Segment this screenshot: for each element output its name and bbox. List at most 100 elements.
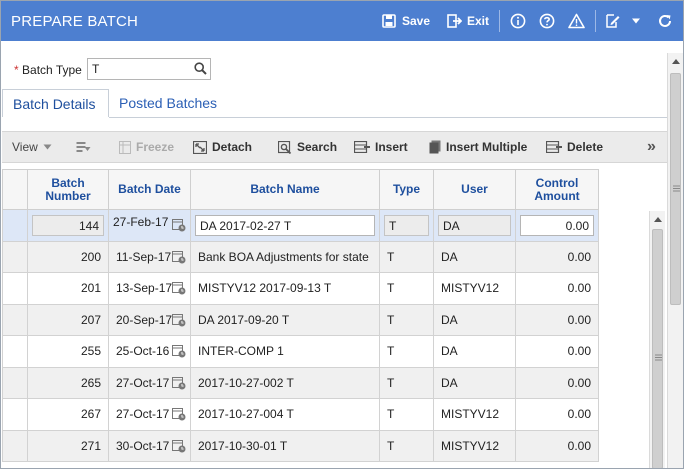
type-cell[interactable]: T bbox=[379, 303, 434, 336]
row-selector[interactable] bbox=[2, 240, 28, 273]
row-selector[interactable] bbox=[2, 272, 28, 305]
batch-type-input[interactable]: T bbox=[87, 58, 211, 80]
row-selector[interactable] bbox=[2, 398, 28, 431]
insert-multiple-button[interactable]: Insert Multiple bbox=[429, 132, 527, 162]
tab-posted-batches[interactable]: Posted Batches bbox=[109, 89, 227, 117]
table-row[interactable]: 255 25-Oct-16 INTER-COMP 1 T DA 0.00 bbox=[2, 335, 599, 368]
delete-button[interactable]: Delete bbox=[546, 132, 603, 162]
row-selector[interactable] bbox=[2, 303, 28, 336]
batch-name-cell[interactable]: Bank BOA Adjustments for state bbox=[190, 240, 380, 273]
insert-button[interactable]: Insert bbox=[354, 132, 408, 162]
save-button[interactable]: Save bbox=[382, 1, 430, 41]
column-header-user[interactable]: User bbox=[433, 169, 516, 210]
user-cell[interactable]: MISTYV12 bbox=[433, 272, 516, 305]
control-amount-cell[interactable]: 0.00 bbox=[515, 398, 599, 431]
batch-date-cell[interactable]: 11-Sep-17 bbox=[108, 240, 191, 273]
user-cell[interactable]: DA bbox=[433, 335, 516, 368]
control-amount-field[interactable]: 0.00 bbox=[520, 214, 594, 236]
table-row[interactable]: 207 20-Sep-17 DA 2017-09-20 T T DA 0.00 bbox=[2, 303, 599, 336]
row-selector[interactable] bbox=[2, 429, 28, 462]
column-header-batch-number[interactable]: Batch Number bbox=[27, 169, 109, 210]
batch-name-cell[interactable]: 2017-10-27-004 T bbox=[190, 398, 380, 431]
table-row[interactable]: 271 30-Oct-17 2017-10-30-01 T T MISTYV12… bbox=[2, 429, 599, 462]
batch-number-cell[interactable]: 201 bbox=[27, 272, 109, 305]
scroll-up-arrow-icon[interactable] bbox=[672, 59, 680, 64]
batch-date-cell[interactable]: 20-Sep-17 bbox=[108, 303, 191, 336]
batch-name-cell[interactable]: INTER-COMP 1 bbox=[190, 335, 380, 368]
control-amount-cell[interactable]: 0.00 bbox=[515, 429, 599, 462]
type-cell[interactable]: T bbox=[379, 366, 434, 399]
dropdown-button[interactable] bbox=[631, 1, 641, 41]
table-row[interactable]: 265 27-Oct-17 2017-10-27-002 T T DA 0.00 bbox=[2, 366, 599, 399]
batch-number-cell[interactable]: 267 bbox=[27, 398, 109, 431]
batch-number-cell[interactable]: 207 bbox=[27, 303, 109, 336]
warning-button[interactable] bbox=[568, 1, 585, 41]
detach-button[interactable]: Detach bbox=[193, 132, 252, 162]
calendar-icon[interactable] bbox=[172, 439, 186, 453]
batch-date-cell[interactable]: 27-Oct-17 bbox=[108, 398, 191, 431]
batch-number-cell[interactable]: 255 bbox=[27, 335, 109, 368]
tab-batch-details[interactable]: Batch Details bbox=[2, 89, 109, 117]
control-amount-cell[interactable]: 0.00 bbox=[515, 209, 599, 242]
edit-button[interactable] bbox=[605, 1, 620, 41]
batch-date-cell[interactable]: 13-Sep-17 bbox=[108, 272, 191, 305]
row-selector[interactable] bbox=[2, 366, 28, 399]
column-header-batch-date[interactable]: Batch Date bbox=[108, 169, 191, 210]
batch-date-field[interactable]: 27-Feb-17 bbox=[113, 215, 168, 236]
scrollbar-thumb[interactable] bbox=[652, 229, 663, 468]
user-cell[interactable]: DA bbox=[433, 240, 516, 273]
calendar-icon[interactable] bbox=[172, 344, 186, 358]
batch-date-cell[interactable]: 25-Oct-16 bbox=[108, 335, 191, 368]
table-row[interactable]: 200 11-Sep-17 Bank BOA Adjustments for s… bbox=[2, 240, 599, 273]
batch-name-cell[interactable]: MISTYV12 2017-09-13 T bbox=[190, 272, 380, 305]
batch-name-field[interactable]: DA 2017-02-27 T bbox=[195, 214, 375, 236]
view-menu[interactable]: View bbox=[12, 132, 57, 162]
page-scrollbar[interactable] bbox=[667, 53, 683, 468]
more-tools-button[interactable]: » bbox=[647, 132, 656, 162]
batch-name-cell[interactable]: 2017-10-30-01 T bbox=[190, 429, 380, 462]
info-button[interactable] bbox=[510, 1, 526, 41]
batch-number-cell[interactable]: 200 bbox=[27, 240, 109, 273]
calendar-icon[interactable] bbox=[172, 218, 186, 232]
scroll-up-arrow-icon[interactable] bbox=[654, 217, 662, 222]
user-cell[interactable]: MISTYV12 bbox=[433, 398, 516, 431]
user-cell[interactable]: MISTYV12 bbox=[433, 429, 516, 462]
filter-button[interactable] bbox=[76, 132, 96, 162]
control-amount-cell[interactable]: 0.00 bbox=[515, 366, 599, 399]
control-amount-cell[interactable]: 0.00 bbox=[515, 335, 599, 368]
table-row[interactable]: 267 27-Oct-17 2017-10-27-004 T T MISTYV1… bbox=[2, 398, 599, 431]
control-amount-cell[interactable]: 0.00 bbox=[515, 303, 599, 336]
control-amount-cell[interactable]: 0.00 bbox=[515, 240, 599, 273]
row-selector[interactable] bbox=[2, 335, 28, 368]
calendar-icon[interactable] bbox=[172, 407, 186, 421]
user-cell[interactable]: DA bbox=[433, 303, 516, 336]
row-selector[interactable] bbox=[2, 209, 28, 242]
exit-button[interactable]: Exit bbox=[447, 1, 489, 41]
type-cell[interactable]: T bbox=[379, 335, 434, 368]
column-header-type[interactable]: Type bbox=[379, 169, 434, 210]
user-cell[interactable]: DA bbox=[433, 366, 516, 399]
table-row[interactable]: 144 27-Feb-17 DA 2017-02-27 T T DA 0.00 bbox=[2, 209, 599, 242]
search-icon[interactable] bbox=[194, 62, 207, 75]
batch-name-cell[interactable]: 2017-10-27-002 T bbox=[190, 366, 380, 399]
help-button[interactable] bbox=[539, 1, 555, 41]
calendar-icon[interactable] bbox=[172, 281, 186, 295]
freeze-button[interactable]: Freeze bbox=[119, 132, 174, 162]
batch-name-cell[interactable]: DA 2017-02-27 T bbox=[190, 209, 380, 242]
batch-date-cell[interactable]: 27-Oct-17 bbox=[108, 366, 191, 399]
column-header-batch-name[interactable]: Batch Name bbox=[190, 169, 380, 210]
refresh-button[interactable] bbox=[657, 1, 673, 41]
grid-scrollbar[interactable] bbox=[649, 211, 665, 468]
search-button[interactable]: Search bbox=[278, 132, 337, 162]
batch-number-cell[interactable]: 271 bbox=[27, 429, 109, 462]
calendar-icon[interactable] bbox=[172, 250, 186, 264]
batch-number-cell[interactable]: 265 bbox=[27, 366, 109, 399]
calendar-icon[interactable] bbox=[172, 313, 186, 327]
batch-date-cell[interactable]: 27-Feb-17 bbox=[108, 209, 191, 242]
type-cell[interactable]: T bbox=[379, 429, 434, 462]
calendar-icon[interactable] bbox=[172, 376, 186, 390]
type-cell[interactable]: T bbox=[379, 240, 434, 273]
type-cell[interactable]: T bbox=[379, 398, 434, 431]
column-header-control-amount[interactable]: Control Amount bbox=[515, 169, 599, 210]
scrollbar-thumb[interactable] bbox=[670, 73, 681, 305]
